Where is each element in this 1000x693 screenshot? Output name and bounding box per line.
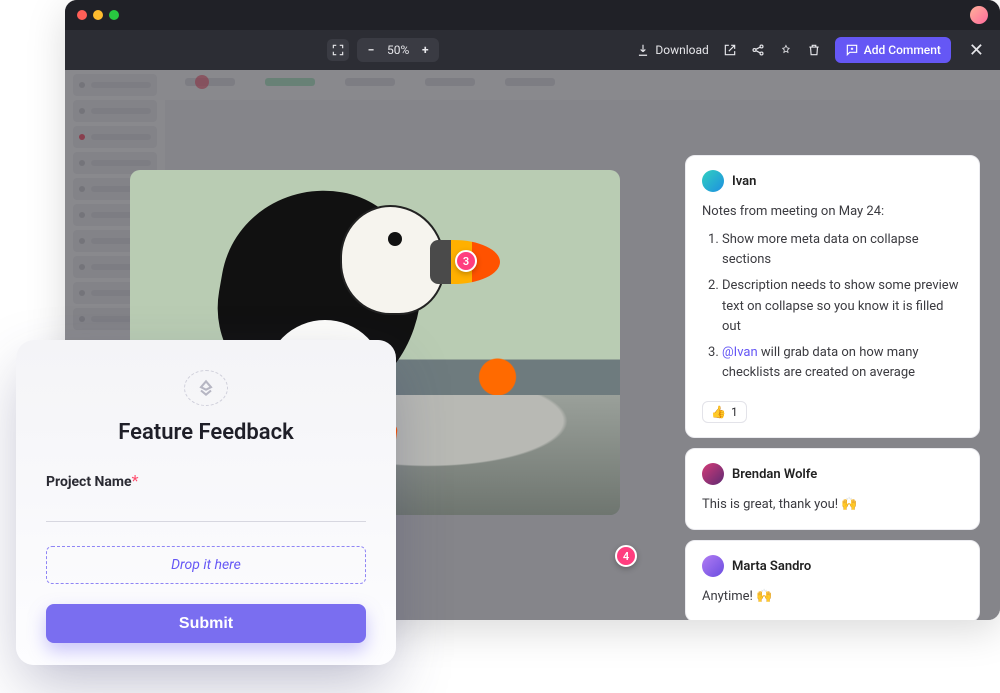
pin-icon: [779, 43, 793, 57]
delete-button[interactable]: [807, 43, 821, 57]
download-button[interactable]: Download: [636, 43, 708, 57]
window-minimize-icon[interactable]: [93, 10, 103, 20]
dropzone[interactable]: Drop it here: [46, 546, 366, 584]
comment-card: Marta Sandro Anytime! 🙌: [685, 540, 980, 620]
comment-body: Notes from meeting on May 24: Show more …: [702, 202, 963, 383]
brand-icon: [196, 378, 216, 398]
required-indicator: *: [132, 471, 139, 490]
comment-plus-icon: [845, 43, 859, 57]
zoom-out-button[interactable]: −: [363, 42, 379, 58]
comment-list-item: Description needs to show some preview t…: [722, 276, 963, 336]
fullscreen-icon: [331, 43, 345, 57]
window-close-icon[interactable]: [77, 10, 87, 20]
comment-list: Show more meta data on collapse sections…: [722, 230, 963, 383]
comment-card: Ivan Notes from meeting on May 24: Show …: [685, 155, 980, 438]
share-icon: [751, 43, 765, 57]
zoom-in-button[interactable]: +: [417, 42, 433, 58]
annotation-pin-4[interactable]: 4: [615, 545, 637, 567]
close-panel-button[interactable]: ✕: [965, 40, 988, 61]
form-title: Feature Feedback: [46, 420, 366, 445]
mention[interactable]: @Ivan: [722, 345, 758, 360]
share-button[interactable]: [751, 43, 765, 57]
toolbar: − 50% + Download: [65, 30, 1000, 70]
comment-avatar: [702, 463, 724, 485]
download-label: Download: [655, 43, 708, 57]
reaction-emoji: 👍: [711, 405, 726, 419]
fullscreen-button[interactable]: [327, 39, 349, 61]
reaction-button[interactable]: 👍 1: [702, 401, 747, 423]
project-name-input[interactable]: [46, 496, 366, 522]
field-label-text: Project Name: [46, 474, 132, 490]
comment-body: Anytime! 🙌: [702, 587, 963, 607]
form-card: Feature Feedback Project Name* Drop it h…: [16, 340, 396, 665]
window-controls: [77, 10, 119, 20]
external-link-icon: [723, 43, 737, 57]
zoom-controls: − 50% +: [357, 38, 439, 62]
user-avatar[interactable]: [970, 6, 988, 24]
open-external-button[interactable]: [723, 43, 737, 57]
download-icon: [636, 43, 650, 57]
comment-list-item: @Ivan will grab data on how many checkli…: [722, 343, 963, 383]
add-comment-button[interactable]: Add Comment: [835, 37, 951, 63]
titlebar: [65, 0, 1000, 30]
comments-panel: Ivan Notes from meeting on May 24: Show …: [685, 155, 980, 610]
trash-icon: [807, 43, 821, 57]
comment-card: Brendan Wolfe This is great, thank you! …: [685, 448, 980, 530]
window-zoom-icon[interactable]: [109, 10, 119, 20]
comment-body: This is great, thank you! 🙌: [702, 495, 963, 515]
comment-avatar: [702, 555, 724, 577]
zoom-level: 50%: [387, 43, 409, 57]
field-label: Project Name*: [46, 471, 366, 490]
pin-button[interactable]: [779, 43, 793, 57]
reaction-count: 1: [731, 405, 738, 419]
comment-intro: Notes from meeting on May 24:: [702, 202, 963, 222]
comment-list-item: Show more meta data on collapse sections: [722, 230, 963, 270]
annotation-pin-3[interactable]: 3: [455, 250, 477, 272]
submit-button[interactable]: Submit: [46, 604, 366, 643]
add-comment-label: Add Comment: [864, 43, 941, 57]
comment-avatar: [702, 170, 724, 192]
comment-author: Marta Sandro: [732, 559, 811, 574]
brand-logo: [184, 370, 228, 406]
toolbar-actions: Download: [636, 37, 988, 63]
comment-author: Brendan Wolfe: [732, 467, 817, 482]
comment-author: Ivan: [732, 174, 756, 189]
